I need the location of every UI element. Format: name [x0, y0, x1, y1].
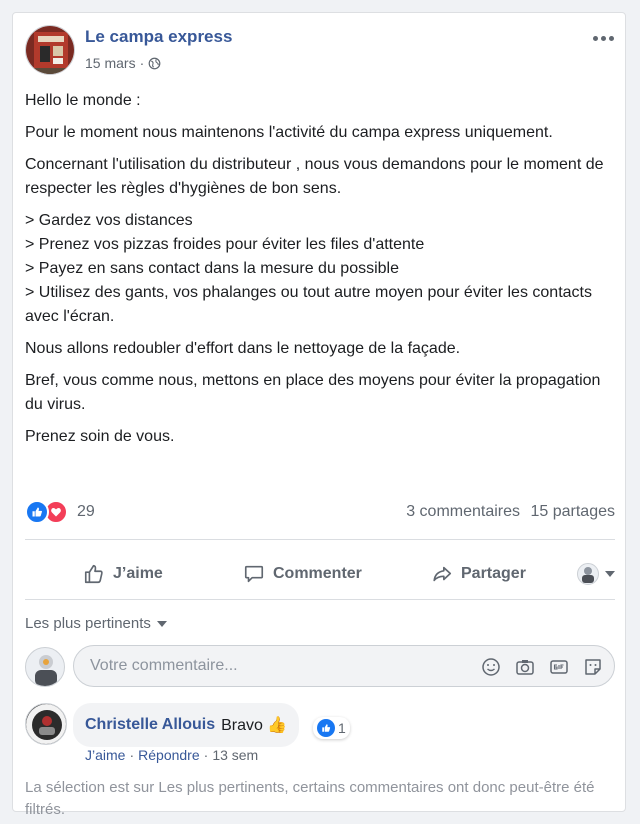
post-text: Hello le monde : Pour le moment nous mai…: [25, 89, 619, 457]
comment-actions: J’aime · Répondre · 13 sem: [85, 747, 258, 763]
thumbs-up-icon: [84, 564, 103, 584]
share-arrow-icon: [433, 566, 452, 582]
divider: [25, 539, 615, 540]
reactions-bar: 29 3 commentaires 15 partages: [25, 499, 615, 525]
storefront-image: [26, 26, 74, 74]
post-paragraph: Concernant l'utilisation du distributeur…: [25, 156, 604, 197]
separator: ·: [203, 747, 209, 763]
comment-like-count: 1: [338, 720, 346, 736]
post-paragraph: Pour le moment nous maintenons l'activit…: [25, 124, 553, 141]
post-paragraph: Bref, vous comme nous, mettons en place …: [25, 372, 601, 413]
page-avatar[interactable]: [25, 25, 75, 75]
comment-author[interactable]: Christelle Allouis: [85, 716, 215, 734]
like-icon: [25, 500, 49, 524]
like-button[interactable]: J’aime: [83, 549, 163, 599]
sort-label: Les plus pertinents: [25, 615, 151, 632]
post-header: Le campa express 15 mars ·: [25, 25, 615, 77]
comment-like-link[interactable]: J’aime: [85, 747, 125, 763]
comment-reply-link[interactable]: Répondre: [138, 747, 200, 763]
comment-sort-dropdown[interactable]: Les plus pertinents: [25, 615, 167, 632]
composer-tools: [480, 656, 604, 678]
avatar[interactable]: [25, 703, 67, 745]
post-line: > Utilisez des gants, vos phalanges ou t…: [25, 284, 592, 325]
like-label: J’aime: [113, 565, 163, 582]
avatar: [577, 563, 599, 585]
comments-count[interactable]: 3 commentaires: [406, 503, 520, 520]
meta-separator: ·: [139, 55, 145, 71]
share-label: Partager: [461, 565, 526, 582]
share-button[interactable]: Partager: [431, 549, 526, 599]
post-line: > Gardez vos distances: [25, 212, 193, 229]
post-paragraph: Nous allons redoubler d'effort dans le n…: [25, 340, 461, 357]
reaction-count[interactable]: 29: [77, 503, 95, 521]
gif-icon[interactable]: [548, 656, 570, 678]
separator: ·: [129, 747, 135, 763]
comment-item: Christelle Allouis Bravo 👍 1 J’aime · Ré…: [25, 703, 615, 773]
camera-icon[interactable]: [514, 656, 536, 678]
chevron-down-icon: [605, 571, 615, 577]
comment-input[interactable]: Votre commentaire...: [73, 645, 615, 687]
post-paragraph: Prenez soin de vous.: [25, 428, 175, 445]
speech-bubble-icon: [244, 565, 264, 583]
comment-placeholder: Votre commentaire...: [90, 657, 238, 674]
post-line: > Payez en sans contact dans la mesure d…: [25, 260, 399, 277]
comment-text: Bravo 👍: [221, 717, 288, 734]
more-options-icon[interactable]: [591, 33, 615, 43]
post-meta: 15 mars ·: [85, 55, 161, 71]
comment-composer: Votre commentaire...: [25, 645, 615, 689]
shares-count[interactable]: 15 partages: [530, 503, 615, 520]
comment-time[interactable]: 13 sem: [212, 747, 258, 763]
avatar: [25, 647, 65, 687]
sticker-icon[interactable]: [582, 656, 604, 678]
action-bar: J’aime Commenter Partager: [25, 549, 615, 599]
comment-label: Commenter: [273, 565, 362, 582]
filter-note: La sélection est sur Les plus pertinents…: [25, 779, 595, 818]
post-line: > Prenez vos pizzas froides pour éviter …: [25, 236, 425, 253]
comment-bubble: Christelle Allouis Bravo 👍: [73, 703, 300, 747]
comment-button[interactable]: Commenter: [243, 549, 362, 599]
page-name[interactable]: Le campa express: [85, 27, 232, 47]
post-card: Le campa express 15 mars · Hello le mond…: [12, 12, 626, 818]
caret-down-icon: [156, 620, 167, 627]
reaction-icons[interactable]: [25, 500, 68, 524]
emoji-icon[interactable]: [480, 656, 502, 678]
like-icon: [317, 719, 335, 737]
post-paragraph: Hello le monde :: [25, 92, 141, 109]
post-as-selector[interactable]: [577, 563, 615, 585]
divider: [25, 599, 615, 600]
engagement-stats: 3 commentaires 15 partages: [400, 503, 615, 521]
post-date[interactable]: 15 mars: [85, 55, 136, 71]
globe-icon: [148, 57, 161, 69]
comment-reaction[interactable]: 1: [313, 717, 350, 739]
post-paragraph: > Gardez vos distances > Prenez vos pizz…: [25, 209, 619, 329]
